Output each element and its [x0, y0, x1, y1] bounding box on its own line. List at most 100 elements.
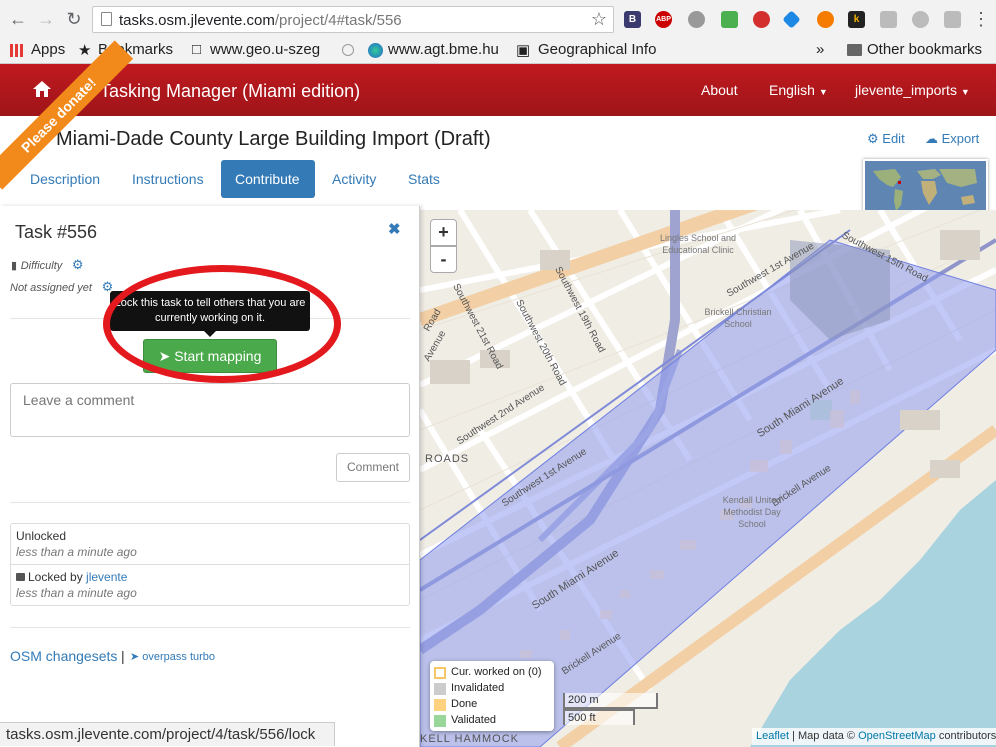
map-label: ROADS	[425, 453, 470, 465]
task-title: Task #556	[15, 222, 98, 242]
osm-changesets-link[interactable]: OSM changesets	[10, 648, 117, 664]
separator: |	[121, 648, 125, 664]
assigned-status: Not assigned yet	[10, 282, 92, 294]
history-item-time: less than a minute ago	[16, 586, 137, 600]
poi-label: Kendall United Methodist Day School	[722, 495, 782, 529]
extension-icon[interactable]	[782, 10, 801, 29]
comment-input[interactable]	[10, 383, 410, 437]
extension-icon[interactable]	[721, 11, 738, 28]
browser-toolbar: ← → ↻ tasks.osm.jlevente.com/project/4#t…	[0, 0, 996, 38]
home-icon[interactable]	[32, 79, 52, 99]
share-arrow-icon: ➤	[130, 651, 140, 663]
osm-link[interactable]: OpenStreetMap	[858, 730, 936, 742]
caret-down-icon: ▼	[818, 87, 828, 97]
extension-icon[interactable]	[912, 11, 929, 28]
tab-stats[interactable]: Stats	[394, 160, 454, 198]
edit-link[interactable]: ⚙ Edit	[867, 131, 905, 147]
gear-icon[interactable]: ⚙	[72, 257, 84, 272]
bookmark-apps[interactable]: Apps	[31, 41, 65, 58]
back-icon[interactable]: ←	[6, 7, 30, 31]
zoom-in-button[interactable]: +	[430, 219, 457, 246]
start-mapping-button[interactable]: ➤ Start mapping	[143, 339, 277, 373]
map-legend: Cur. worked on (0) Invalidated Done Vali…	[430, 661, 554, 731]
bookmark-icon[interactable]	[342, 44, 354, 56]
page-icon: □	[192, 41, 202, 58]
lock-icon	[16, 573, 25, 581]
export-link[interactable]: ☁ Export	[925, 131, 979, 147]
legend-label: Cur. worked on (0)	[451, 666, 542, 678]
page-icon: ▣	[516, 42, 531, 59]
bookmark-geo[interactable]: www.geo.u-szeg	[210, 41, 338, 58]
map-attribution: Leaflet | Map data © OpenStreetMap contr…	[752, 728, 996, 745]
menu-icon[interactable]: ⋮	[972, 9, 990, 30]
divider	[10, 502, 410, 503]
bookmarks-overflow[interactable]: »	[816, 41, 824, 58]
overpass-label: overpass turbo	[142, 651, 216, 663]
nav-user-label: jlevente_imports	[855, 82, 957, 98]
extension-icon[interactable]	[880, 11, 897, 28]
close-icon[interactable]: ✖	[388, 220, 401, 238]
legend-label: Done	[451, 698, 478, 710]
extension-icon[interactable]	[944, 11, 961, 28]
tab-contribute[interactable]: Contribute	[221, 160, 315, 198]
extension-icon[interactable]	[688, 11, 705, 28]
bookmark-agt[interactable]: www.agt.bme.hu	[388, 41, 506, 58]
adblock-extension-icon[interactable]: ABP	[655, 11, 672, 28]
zoom-out-button[interactable]: -	[430, 246, 457, 273]
project-title: Miami-Dade County Large Building Import …	[56, 128, 491, 150]
assignment-row: Not assigned yet ⚙	[10, 279, 113, 295]
edit-label: Edit	[882, 131, 905, 146]
start-mapping-label: Start mapping	[174, 348, 262, 364]
folder-icon	[847, 44, 862, 56]
legend-swatch	[434, 683, 446, 695]
task-history: Unlocked less than a minute ago Locked b…	[10, 523, 410, 606]
history-user-link[interactable]: jlevente	[86, 570, 127, 584]
apps-icon	[10, 44, 23, 57]
map-label: KELL HAMMOCK	[420, 733, 520, 745]
navbar: Tasking Manager (Miami edition) About En…	[0, 64, 996, 116]
share-arrow-icon: ➤	[158, 348, 171, 364]
address-bar[interactable]: tasks.osm.jlevente.com/project/4#task/55…	[92, 6, 614, 33]
extension-icon[interactable]	[817, 11, 834, 28]
extension-icon[interactable]: k	[848, 11, 865, 28]
bookmark-icon: ▮	[11, 260, 18, 272]
legend-swatch	[434, 715, 446, 727]
bookmark-other[interactable]: Other bookmarks	[867, 41, 982, 58]
divider	[10, 627, 410, 628]
nav-about[interactable]: About	[701, 82, 738, 98]
browser-status-bar: tasks.osm.jlevente.com/project/4/task/55…	[0, 722, 335, 746]
caret-down-icon: ▼	[960, 87, 970, 97]
bootstrap-extension-icon[interactable]: B	[624, 11, 641, 28]
overpass-turbo-link[interactable]: ➤ overpass turbo	[130, 650, 215, 663]
bookmarks-star-icon: ★	[78, 42, 92, 59]
comment-button[interactable]: Comment	[336, 453, 410, 482]
start-mapping-tooltip: Lock this task to tell others that you a…	[110, 291, 310, 337]
bookmark-star-icon[interactable]: ☆	[591, 9, 607, 30]
tab-activity[interactable]: Activity	[318, 160, 390, 198]
nav-language[interactable]: English ▼	[769, 82, 828, 98]
forward-icon[interactable]: →	[34, 7, 58, 31]
difficulty-label: Difficulty	[20, 260, 63, 272]
url-domain: tasks.osm.jlevente.com	[119, 12, 275, 29]
history-item-text: Locked by	[28, 570, 83, 584]
difficulty-row: ▮ Difficulty ⚙	[11, 257, 84, 273]
history-item-time: less than a minute ago	[16, 545, 137, 559]
nav-user[interactable]: jlevente_imports ▼	[855, 82, 970, 98]
scale-metric: 200 m	[563, 693, 658, 709]
legend-label: Validated	[451, 714, 497, 726]
scale-imperial: 500 ft	[563, 709, 635, 725]
globe-icon	[368, 43, 383, 58]
url-path: /project/4#task/556	[274, 12, 402, 29]
brand-title[interactable]: Tasking Manager (Miami edition)	[100, 81, 360, 102]
history-item-text: Unlocked	[16, 529, 67, 543]
legend-swatch	[434, 667, 446, 679]
attribution-tail: contributors	[938, 730, 996, 742]
map-scale: 200 m 500 ft	[563, 693, 658, 725]
reload-icon[interactable]: ↻	[62, 7, 86, 31]
tab-description[interactable]: Description	[16, 160, 114, 198]
leaflet-link[interactable]: Leaflet	[756, 730, 789, 742]
tab-instructions[interactable]: Instructions	[118, 160, 218, 198]
poi-label: Brickell Christian School	[704, 307, 772, 329]
bookmark-geographical[interactable]: Geographical Info	[538, 41, 658, 58]
extension-icon[interactable]	[753, 11, 770, 28]
